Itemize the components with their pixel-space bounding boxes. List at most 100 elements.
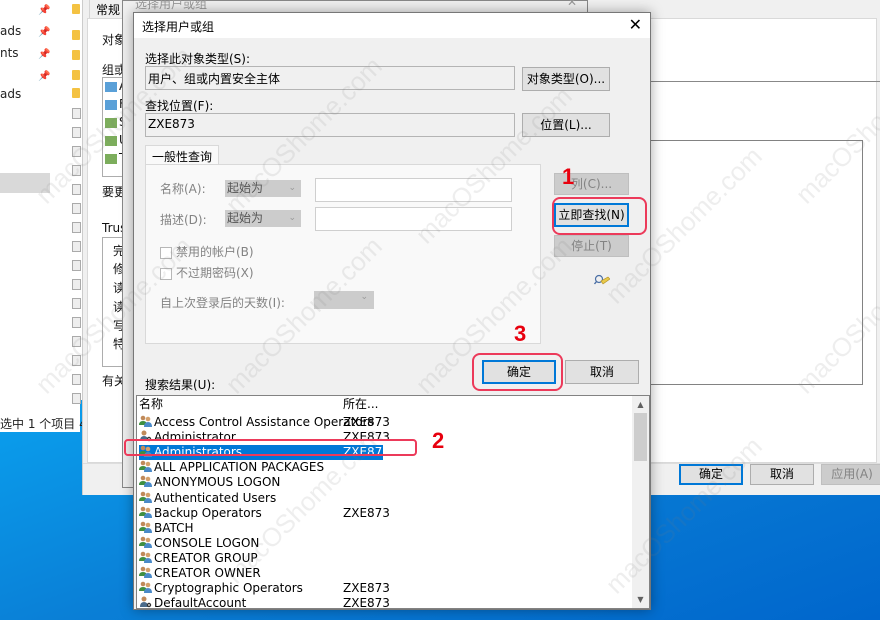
non-expiring-password-checkbox[interactable] — [160, 267, 172, 280]
result-location: ZXE873 — [343, 596, 390, 609]
disabled-accounts-checkbox-row[interactable]: 禁用的帐户(B) — [160, 243, 254, 260]
file-icon — [72, 108, 81, 119]
group-icon — [105, 100, 117, 110]
result-location: ZXE873 — [343, 505, 390, 520]
nav-item-downloads-2[interactable]: ads — [0, 87, 21, 101]
result-row[interactable]: Backup Operators ZXE873 — [139, 506, 390, 521]
column-header-name[interactable]: 名称 — [139, 396, 163, 413]
user-group-icon — [105, 118, 117, 128]
group-icon — [139, 460, 153, 473]
close-icon[interactable]: ✕ — [629, 15, 642, 34]
scroll-down-icon[interactable]: ▼ — [632, 591, 649, 608]
pin-icon: 📌 — [38, 71, 51, 82]
object-type-field: 用户、组或内置安全主体 — [145, 66, 515, 90]
file-icon — [72, 355, 81, 366]
search-results-label: 搜索结果(U): — [145, 378, 216, 392]
close-icon[interactable]: ✕ — [567, 0, 577, 9]
stop-button[interactable]: 停止(T) — [554, 235, 629, 257]
result-row[interactable]: Cryptographic Operators ZXE873 — [139, 581, 390, 596]
user-icon — [139, 596, 153, 608]
file-icon — [72, 393, 81, 404]
scroll-thumb[interactable] — [634, 413, 647, 461]
props-cancel-button[interactable]: 取消 — [750, 464, 814, 485]
non-expiring-password-checkbox-row[interactable]: 不过期密码(X) — [160, 264, 254, 281]
nav-item-downloads[interactable]: ads — [0, 24, 21, 38]
previous-dialog-title: 选择用户或组 — [135, 0, 208, 11]
result-row[interactable]: DefaultAccount ZXE873 — [139, 596, 390, 609]
pin-icon: 📌 — [38, 5, 51, 16]
search-clear-icon — [594, 274, 610, 285]
annotation-step-2: 2 — [432, 428, 445, 453]
scroll-up-icon[interactable]: ▲ — [632, 396, 649, 413]
object-types-button[interactable]: 对象类型(O)... — [522, 67, 610, 91]
file-icon — [72, 127, 81, 138]
column-header-location[interactable]: 所在... — [343, 396, 378, 413]
nav-item-selected[interactable] — [0, 173, 50, 193]
result-row[interactable]: ANONYMOUS LOGON — [139, 475, 383, 490]
result-location: ZXE873 — [343, 415, 390, 429]
status-bar: 选中 1 个项目 42 — [0, 417, 95, 431]
result-name: ALL APPLICATION PACKAGES — [154, 460, 325, 475]
chevron-down-icon: ⌄ — [360, 292, 368, 302]
result-name: Access Control Assistance Operators — [154, 415, 374, 429]
select-users-dialog: 选择用户或组 ✕ 选择此对象类型(S): 用户、组或内置安全主体 对象类型(O)… — [133, 12, 651, 610]
group-icon — [139, 506, 153, 518]
result-name: DefaultAccount — [154, 596, 247, 609]
file-icon — [72, 279, 81, 290]
locations-button[interactable]: 位置(L)... — [522, 113, 610, 137]
file-icon — [72, 222, 81, 233]
props-ok-button[interactable]: 确定 — [679, 464, 743, 485]
name-mode-select[interactable]: 起始为 ⌄ — [225, 180, 301, 197]
file-icon — [72, 241, 81, 252]
name-label: 名称(A): — [160, 182, 206, 196]
props-apply-button[interactable]: 应用(A) — [821, 464, 880, 485]
cancel-button[interactable]: 取消 — [565, 360, 639, 384]
group-icon — [139, 415, 153, 427]
group-icon — [139, 566, 153, 578]
common-queries-panel: 名称(A): 起始为 ⌄ 描述(D): 起始为 ⌄ 禁用的帐户(B) 不过期密码… — [145, 164, 541, 344]
user-group-icon — [105, 154, 117, 164]
disabled-accounts-checkbox[interactable] — [160, 246, 172, 259]
non-expiring-password-label: 不过期密码(X) — [176, 266, 254, 280]
search-results-list[interactable]: 名称 所在... Access Control Assistance Opera… — [136, 395, 650, 609]
description-mode-select[interactable]: 起始为 ⌄ — [225, 210, 301, 227]
file-list-column — [70, 0, 82, 432]
pin-icon: 📌 — [38, 49, 51, 60]
folder-icon — [72, 88, 80, 98]
location-label: 查找位置(F): — [145, 99, 214, 113]
result-row[interactable]: Authenticated Users — [139, 491, 383, 506]
pin-icon: 📌 — [38, 27, 51, 38]
file-icon — [72, 260, 81, 271]
result-name: ANONYMOUS LOGON — [154, 475, 281, 490]
file-explorer-window: 📌 ads 📌 nts 📌 📌 ads 选中 1 个项目 42 — [0, 0, 95, 432]
days-since-logon-label: 自上次登录后的天数(I): — [160, 296, 285, 310]
result-row[interactable]: CONSOLE LOGON — [139, 536, 383, 551]
results-scrollbar[interactable]: ▲ ▼ — [632, 396, 649, 608]
description-input[interactable] — [315, 207, 512, 231]
file-icon — [72, 298, 81, 309]
result-row[interactable]: ALL APPLICATION PACKAGES — [139, 460, 383, 475]
result-name: Authenticated Users — [154, 490, 277, 505]
days-since-logon-select[interactable]: ⌄ — [314, 291, 374, 309]
dialog-title: 选择用户或组 — [142, 20, 215, 34]
result-name: CONSOLE LOGON — [154, 535, 260, 550]
group-icon — [139, 581, 153, 594]
result-name: CREATOR OWNER — [154, 566, 261, 580]
file-icon — [72, 165, 81, 176]
dialog-titlebar: 选择用户或组 ✕ — [134, 13, 650, 38]
annotation-box-administrators — [124, 439, 417, 456]
name-input[interactable] — [315, 178, 512, 202]
result-row[interactable]: Access Control Assistance Operators ZXE87… — [139, 415, 390, 430]
result-row[interactable]: BATCH — [139, 521, 383, 536]
annotation-step-3: 3 — [514, 321, 527, 346]
result-row[interactable]: CREATOR GROUP — [139, 551, 383, 566]
result-name: CREATOR GROUP — [154, 550, 258, 565]
chevron-down-icon: ⌄ — [288, 183, 296, 193]
folder-icon — [72, 70, 80, 80]
nav-item-documents[interactable]: nts — [0, 46, 19, 60]
separator — [649, 81, 880, 82]
disabled-accounts-label: 禁用的帐户(B) — [176, 245, 254, 259]
group-icon — [139, 536, 153, 548]
result-row[interactable]: CREATOR OWNER — [139, 566, 383, 581]
group-icon — [139, 491, 153, 503]
